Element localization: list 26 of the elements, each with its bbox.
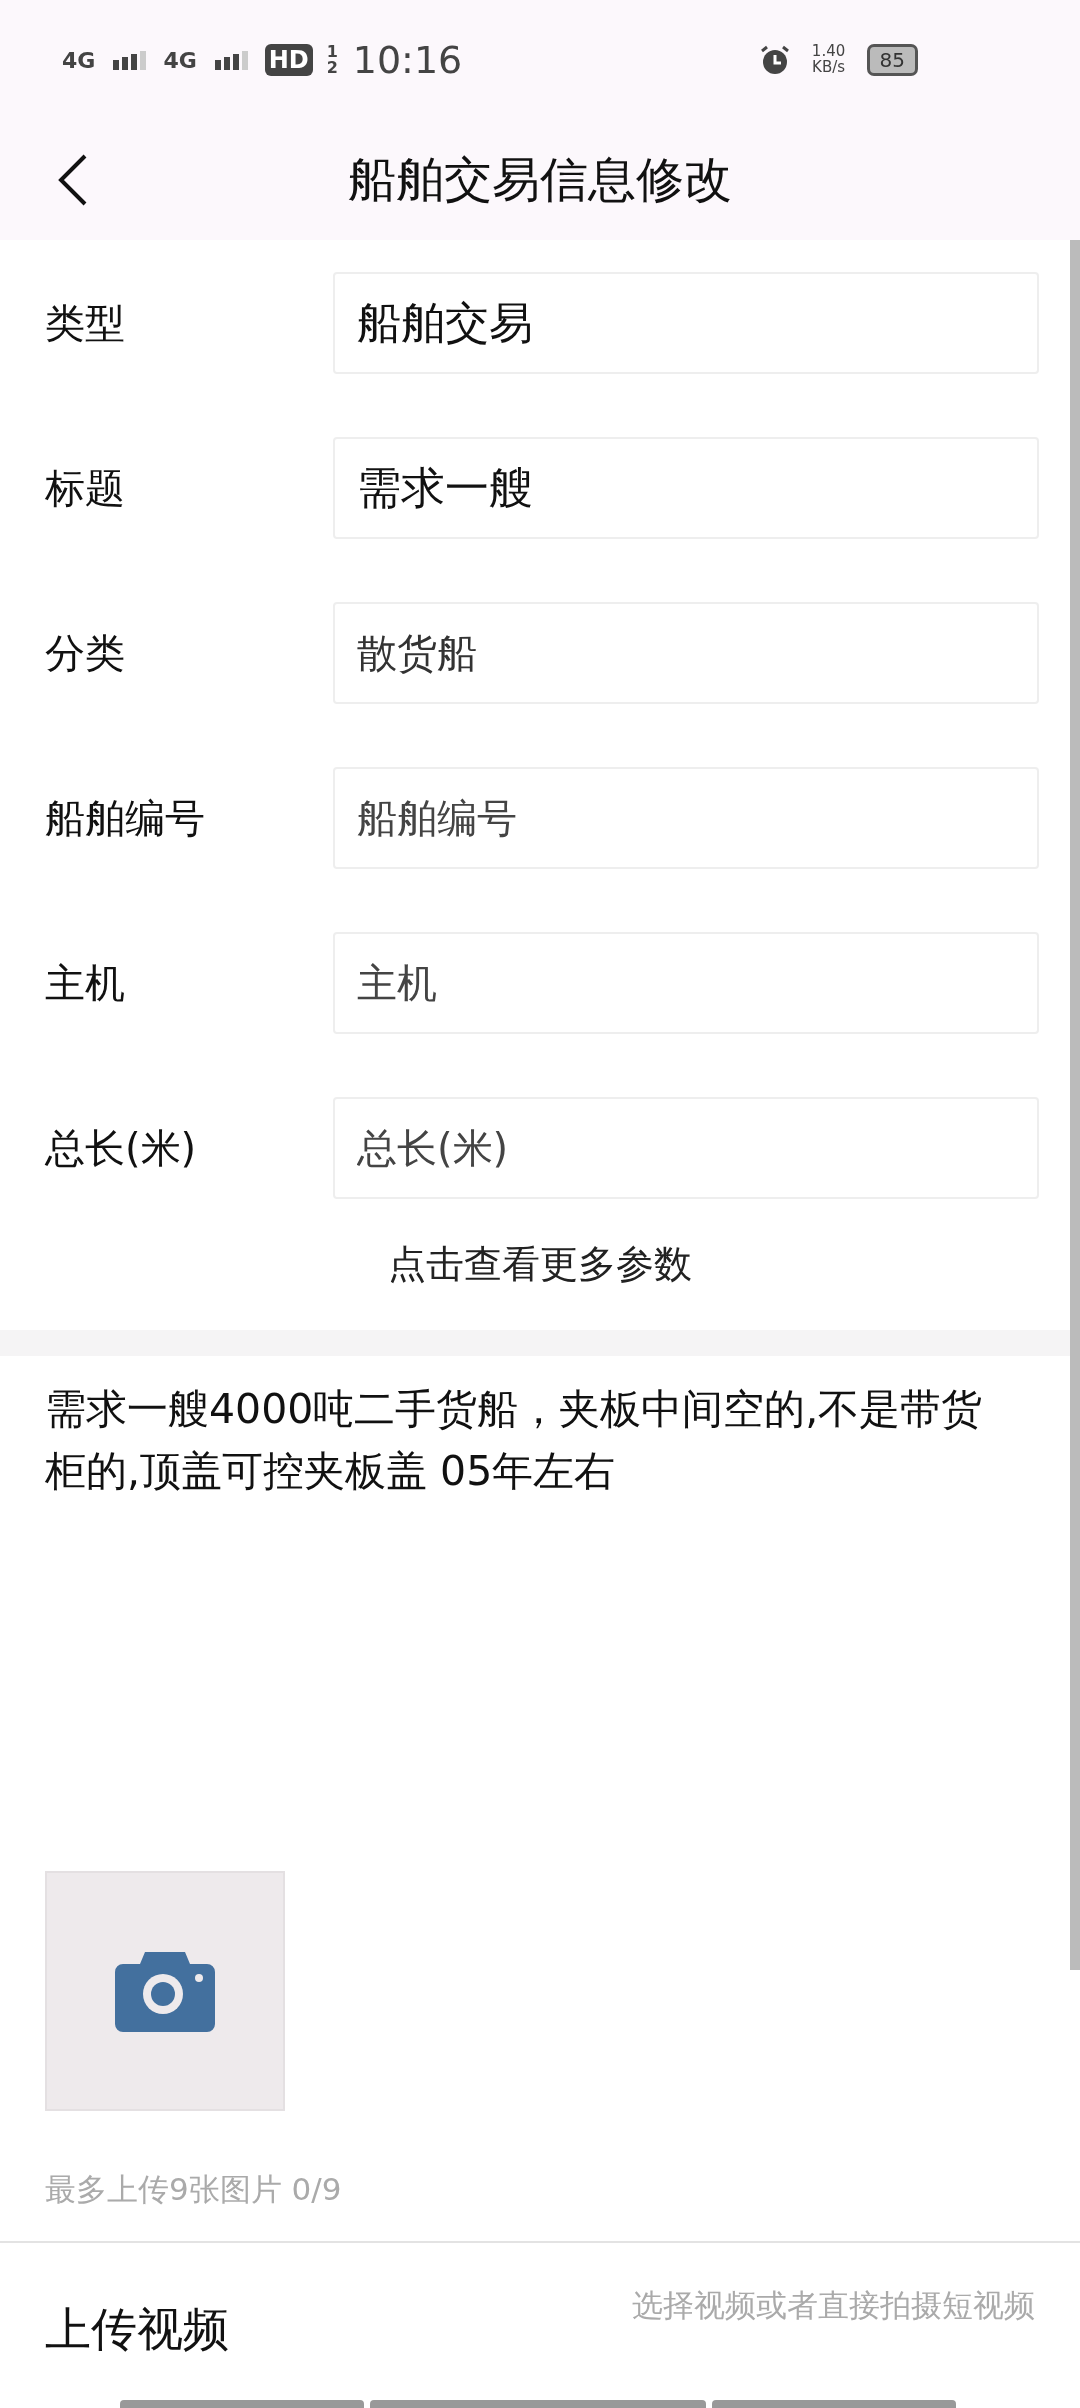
input-field[interactable]: 总长(米): [333, 1097, 1039, 1199]
network-speed: 1.40 KB/s: [810, 44, 847, 76]
field-label: 主机: [45, 958, 126, 1008]
field-label: 分类: [45, 628, 126, 678]
alarm-icon: [758, 44, 791, 76]
camera-icon[interactable]: [115, 1950, 215, 2032]
network-label: 4G: [163, 47, 197, 73]
network-label: 4G: [62, 47, 96, 73]
input-field[interactable]: 船舶编号: [333, 767, 1039, 869]
add-photo-button[interactable]: [45, 1871, 285, 2111]
field-label: 类型: [45, 298, 126, 348]
hd-badge: HD: [264, 44, 313, 76]
input-field[interactable]: 需求一艘: [333, 437, 1039, 539]
upload-video-label: 上传视频: [45, 2301, 229, 2358]
battery-indicator: 85: [866, 44, 918, 76]
photo-limit-hint: 最多上传9张图片 0/9: [44, 2170, 343, 2209]
more-parameters-link[interactable]: 点击查看更多参数: [388, 1239, 692, 1290]
page-title: 船舶交易信息修改: [348, 150, 732, 209]
field-label: 标题: [45, 463, 126, 513]
field-label: 总长(米): [45, 1123, 198, 1173]
input-field[interactable]: 船舶交易: [333, 272, 1039, 374]
clock-time: 10:16: [352, 38, 463, 82]
input-field[interactable]: 散货船: [333, 602, 1039, 704]
input-field[interactable]: 主机: [333, 932, 1039, 1034]
sim-label: 12: [326, 44, 339, 76]
field-label: 船舶编号: [45, 793, 206, 843]
